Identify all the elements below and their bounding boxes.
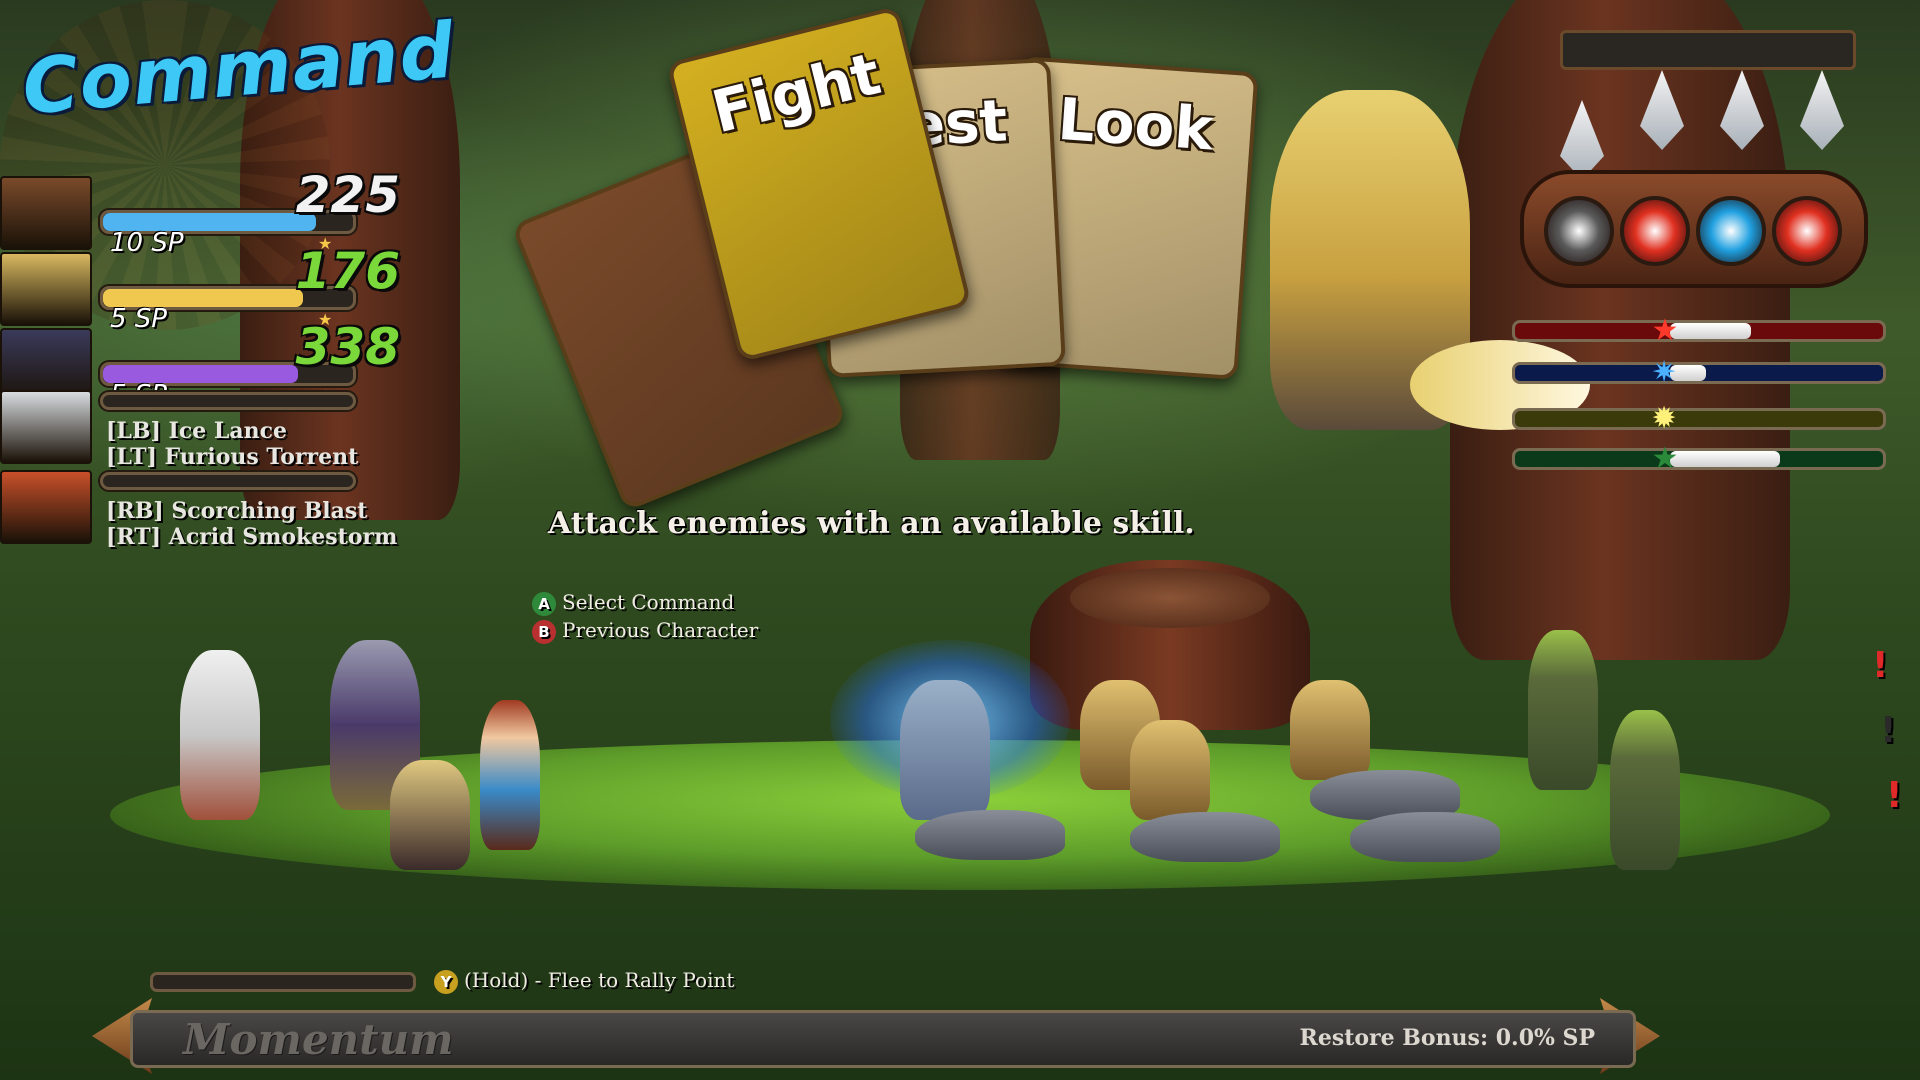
star-icon: ★ xyxy=(1651,313,1679,348)
flee-label: (Hold) - Flee to Rally Point xyxy=(464,968,735,992)
restore-bonus: Restore Bonus: 0.0% SP xyxy=(1299,1025,1595,1051)
prompt-select-label: Select Command xyxy=(562,590,735,614)
alert-icon: ! xyxy=(1886,775,1903,816)
enemy-hooded-lizard-1[interactable] xyxy=(1528,630,1598,790)
flee-prompt[interactable]: Y (Hold) - Flee to Rally Point xyxy=(434,968,734,994)
party-member-5[interactable]: [RB] Scorching Blast [RT] Acrid Smokesto… xyxy=(0,470,420,550)
ice-star-icon: ✷ xyxy=(1651,355,1677,390)
enemy-wolf-4[interactable] xyxy=(1350,812,1500,862)
enemy-bar-3: ✹ xyxy=(1512,401,1886,436)
momentum-bar: Momentum Restore Bonus: 0.0% SP xyxy=(130,1010,1636,1068)
enemy-bar-1: ★ xyxy=(1512,313,1886,348)
paw-icon xyxy=(1544,196,1614,266)
momentum-label: Momentum xyxy=(183,1015,454,1064)
sun-icon: ✹ xyxy=(1651,401,1677,436)
claw-icon xyxy=(1800,70,1844,150)
skill-furious-torrent: [LT] Furious Torrent xyxy=(106,444,359,470)
command-hint: Attack enemies with an available skill. xyxy=(548,506,1195,541)
party-empty-bar-5 xyxy=(100,472,356,490)
enemy-bar-4: ★ xyxy=(1512,441,1886,476)
flee-progress-bar xyxy=(150,972,416,992)
ally-goat-warrior[interactable] xyxy=(180,650,260,820)
enemy-wolf-2[interactable] xyxy=(1130,812,1280,862)
party-portrait-4 xyxy=(0,390,92,464)
party-member-4[interactable]: [LB] Ice Lance [LT] Furious Torrent xyxy=(0,390,420,470)
card-fight-label: Fight xyxy=(705,39,887,147)
tree-stump xyxy=(1030,560,1310,730)
enemy-kobold-2[interactable] xyxy=(1130,720,1210,820)
skill-acrid-smokestorm: [RT] Acrid Smokestorm xyxy=(106,524,398,550)
party-hp-1: 225 xyxy=(295,166,400,224)
enemy-kobold-3[interactable] xyxy=(1290,680,1370,780)
enemy-bar-1-fill xyxy=(1669,323,1751,339)
skill-ice-lance: [LB] Ice Lance xyxy=(106,418,287,444)
alert-icon: ! xyxy=(1872,645,1889,686)
party-portrait-2 xyxy=(0,252,92,326)
enemy-bar-4-fill xyxy=(1669,451,1780,467)
enemy-element-wheel xyxy=(1520,170,1868,288)
party-hp-3: 338 xyxy=(295,318,400,376)
enemy-name-bar xyxy=(1560,30,1856,70)
party-portrait-5 xyxy=(0,470,92,544)
prompt-select-command[interactable]: A Select Command xyxy=(532,590,734,616)
leaf-star-icon: ★ xyxy=(1651,441,1679,476)
party-empty-bar-4 xyxy=(100,392,356,410)
party-hp-2: 176 xyxy=(295,242,400,300)
enemy-lizard-mage[interactable] xyxy=(900,680,990,820)
b-button-icon: B xyxy=(532,619,556,644)
y-button-icon: Y xyxy=(434,969,458,994)
enemy-bar-2: ✷ xyxy=(1512,355,1886,390)
party-portrait-1 xyxy=(0,176,92,250)
ally-fox-rogue[interactable] xyxy=(390,760,470,870)
fire-orb-icon xyxy=(1772,196,1842,266)
ally-girl-fencer[interactable] xyxy=(480,700,540,850)
prompt-previous-label: Previous Character xyxy=(562,618,759,642)
enemy-wolf-1[interactable] xyxy=(915,810,1065,860)
fire-orb-icon xyxy=(1620,196,1690,266)
ice-orb-icon xyxy=(1696,196,1766,266)
enemy-hooded-lizard-2[interactable] xyxy=(1610,710,1680,870)
prompt-previous-character[interactable]: B Previous Character xyxy=(532,618,758,644)
alert-icon: ! xyxy=(1880,710,1897,751)
a-button-icon: A xyxy=(532,591,556,616)
skill-scorching-blast: [RB] Scorching Blast xyxy=(106,498,368,524)
